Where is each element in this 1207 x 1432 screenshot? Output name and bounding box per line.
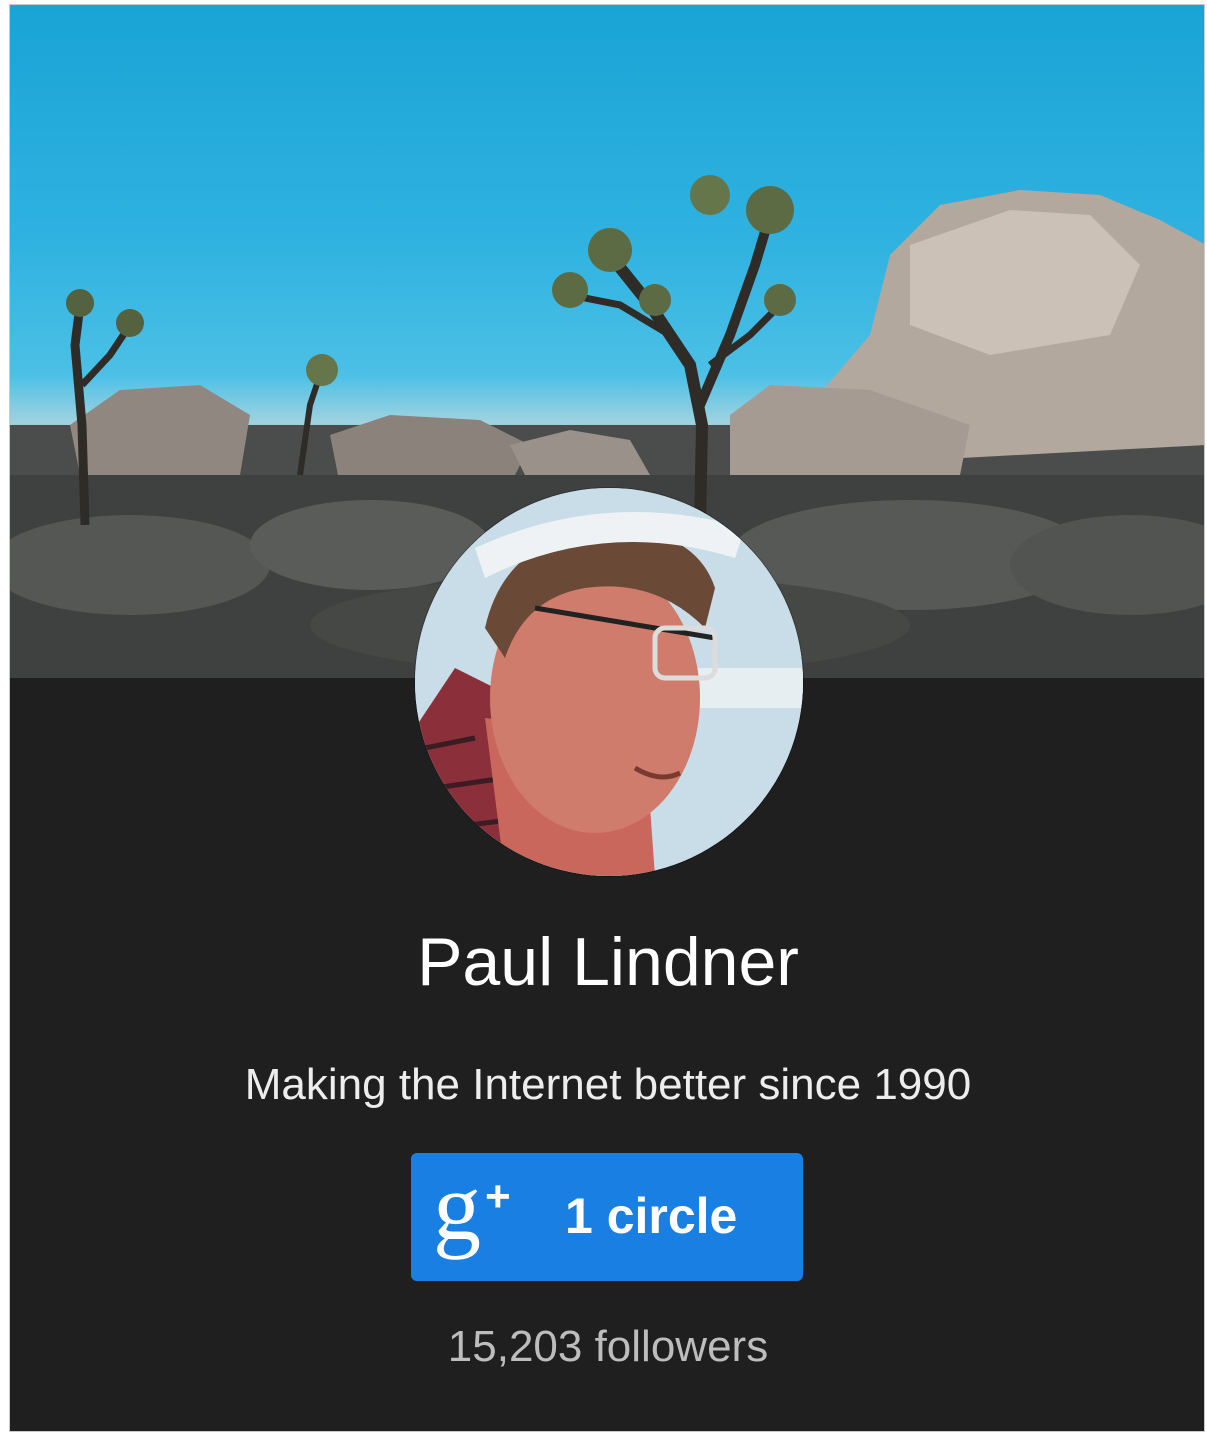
followers-count: 15,203 followers (447, 1322, 769, 1371)
avatar[interactable] (415, 488, 803, 876)
circle-count-label: 1 circle (565, 1188, 738, 1244)
google-plus-icon: g + (433, 1153, 511, 1260)
profile-tagline: Making the Internet better since 1990 (244, 1060, 972, 1109)
add-to-circles-button[interactable]: g + 1 circle (411, 1153, 803, 1281)
profile-card: Paul Lindner Making the Internet better … (9, 4, 1205, 1432)
profile-name: Paul Lindner (417, 924, 799, 1000)
